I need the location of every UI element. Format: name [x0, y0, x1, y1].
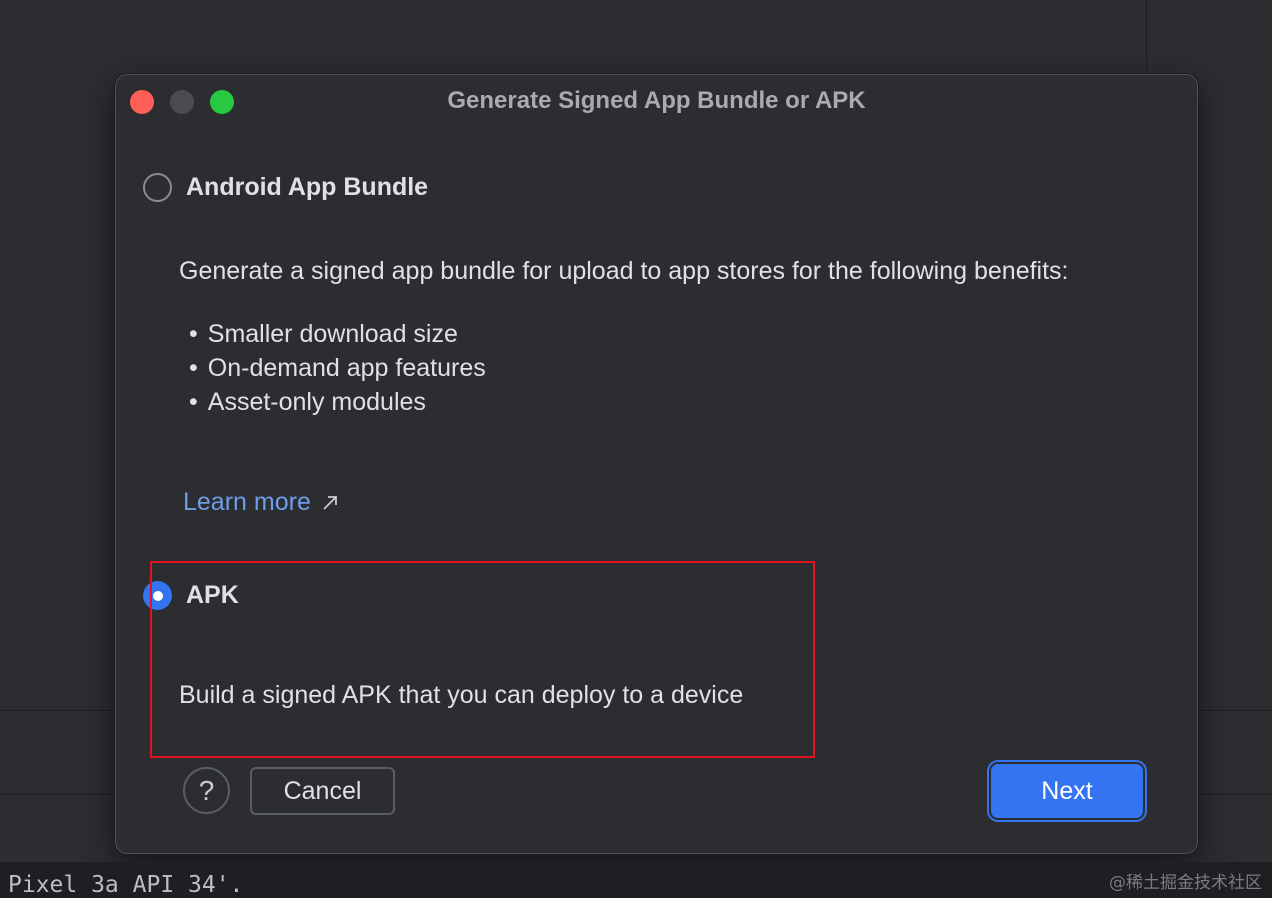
generate-signed-dialog: Generate Signed App Bundle or APK Androi… [115, 74, 1198, 854]
radio-option-app-bundle[interactable]: Android App Bundle [143, 173, 428, 202]
ide-divider [1197, 710, 1272, 711]
ide-divider [0, 710, 115, 711]
console-output: Pixel 3a API 34'. [0, 862, 1272, 898]
next-button[interactable]: Next [991, 764, 1143, 818]
watermark-text: @稀土掘金技术社区 [1109, 873, 1262, 893]
cancel-button[interactable]: Cancel [250, 767, 395, 815]
learn-more-label: Learn more [183, 488, 311, 516]
list-item: On-demand app features [189, 351, 486, 385]
learn-more-link[interactable]: Learn more [183, 488, 339, 517]
external-link-icon [323, 495, 337, 510]
list-item: Asset-only modules [189, 385, 486, 419]
radio-label-app-bundle: Android App Bundle [186, 173, 429, 201]
highlight-annotation-box [150, 561, 815, 758]
list-item: Smaller download size [189, 317, 486, 351]
help-button[interactable]: ? [183, 767, 230, 814]
ide-divider [1197, 794, 1272, 795]
ide-divider [1146, 0, 1147, 74]
radio-app-bundle[interactable] [143, 173, 172, 202]
ide-divider [0, 794, 115, 795]
dialog-title: Generate Signed App Bundle or APK [447, 87, 866, 114]
benefits-list: Smaller download size On-demand app feat… [189, 317, 486, 419]
app-bundle-description: Generate a signed app bundle for upload … [179, 257, 1069, 285]
